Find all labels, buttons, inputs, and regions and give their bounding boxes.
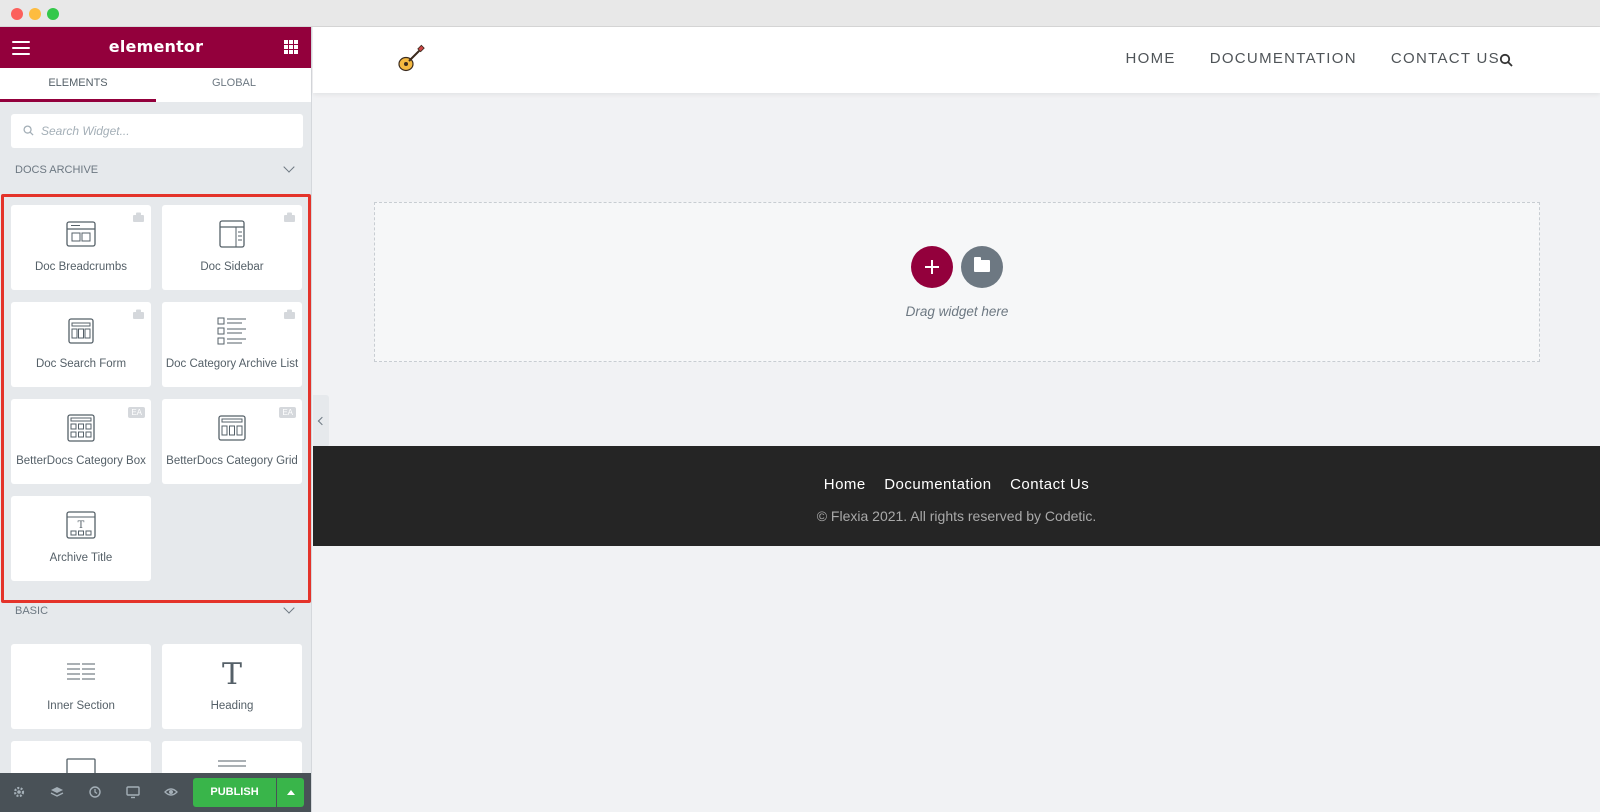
widget-label: Doc Category Archive List <box>165 358 299 370</box>
widget-doc-breadcrumbs[interactable]: Doc Breadcrumbs <box>11 205 151 290</box>
search-icon <box>23 125 34 136</box>
breadcrumbs-icon <box>66 221 96 247</box>
elementor-panel: elementor ELEMENTS GLOBAL DOCS ARCHIVE D… <box>0 27 312 812</box>
search-icon[interactable] <box>1499 53 1513 67</box>
chevron-down-icon[interactable] <box>283 161 295 173</box>
widget-label: Archive Title <box>49 552 113 564</box>
pro-badge-icon <box>284 309 295 319</box>
nav-home[interactable]: HOME <box>1126 50 1176 67</box>
widget-heading[interactable]: T Heading <box>162 644 302 729</box>
archive-title-icon: T <box>66 511 96 539</box>
settings-gear-icon[interactable] <box>12 785 26 799</box>
panel-footer: PUBLISH <box>0 773 311 812</box>
widget-label: Doc Search Form <box>35 358 127 370</box>
nav-contact-us[interactable]: CONTACT US <box>1391 50 1500 67</box>
category-list-icon <box>217 317 246 345</box>
history-icon[interactable] <box>88 785 102 799</box>
copyright-text: © Flexia 2021. All rights reserved by Co… <box>816 508 1097 524</box>
search-input[interactable] <box>41 114 291 148</box>
category-docs-archive-title[interactable]: DOCS ARCHIVE <box>15 164 98 176</box>
site-header: HOME DOCUMENTATION CONTACT US <box>313 27 1600 93</box>
inner-section-icon <box>67 663 95 680</box>
pro-badge-icon <box>133 212 144 222</box>
sidebar-icon <box>219 220 245 248</box>
browser-window: elementor ELEMENTS GLOBAL DOCS ARCHIVE D… <box>0 0 1600 812</box>
tab-global[interactable]: GLOBAL <box>156 68 311 102</box>
preview-eye-icon[interactable] <box>164 785 178 799</box>
widget-doc-category-archive-list[interactable]: Doc Category Archive List <box>162 302 302 387</box>
widget-betterdocs-category-box[interactable]: EA BetterDocs Category Box <box>11 399 151 484</box>
pro-badge-icon <box>133 309 144 319</box>
widget-search[interactable] <box>11 114 303 148</box>
close-window-button[interactable] <box>11 8 23 20</box>
main-nav: HOME DOCUMENTATION CONTACT US <box>1126 50 1501 67</box>
footer-link-documentation[interactable]: Documentation <box>884 476 991 493</box>
publish-button[interactable]: PUBLISH <box>193 778 276 807</box>
responsive-desktop-icon[interactable] <box>126 785 140 799</box>
brand-logo: elementor <box>108 37 204 56</box>
minimize-window-button[interactable] <box>29 8 41 20</box>
navigator-layers-icon[interactable] <box>50 785 64 799</box>
widget-inner-section[interactable]: Inner Section <box>11 644 151 729</box>
add-template-button[interactable] <box>961 246 1003 288</box>
panel-header: elementor <box>0 27 311 68</box>
widget-label: BetterDocs Category Grid <box>166 455 298 467</box>
empty-section-dropzone[interactable]: Drag widget here <box>374 202 1540 362</box>
widget-betterdocs-category-grid[interactable]: EA BetterDocs Category Grid <box>162 399 302 484</box>
widget-label: Doc Breadcrumbs <box>34 261 128 273</box>
widget-doc-search-form[interactable]: Doc Search Form <box>11 302 151 387</box>
footer-link-home[interactable]: Home <box>824 476 866 493</box>
guitar-logo-icon[interactable] <box>395 44 425 74</box>
search-form-icon <box>68 318 94 344</box>
ea-badge: EA <box>279 407 296 418</box>
category-box-icon <box>67 414 95 442</box>
site-footer: Home Documentation Contact Us © Flexia 2… <box>313 446 1600 546</box>
tab-elements[interactable]: ELEMENTS <box>0 68 156 102</box>
folder-icon <box>974 257 990 272</box>
category-grid-icon <box>218 415 246 441</box>
widgets-grid-icon[interactable] <box>284 40 298 54</box>
widget-label: Doc Sidebar <box>200 261 264 273</box>
widget-label: BetterDocs Category Box <box>16 455 146 467</box>
add-section-button[interactable] <box>911 246 953 288</box>
svg-text:T: T <box>222 659 242 687</box>
widget-doc-sidebar[interactable]: Doc Sidebar <box>162 205 302 290</box>
publish-options-button[interactable] <box>277 778 304 807</box>
footer-nav: Home Documentation Contact Us <box>313 476 1600 494</box>
widget-label: Inner Section <box>47 700 115 712</box>
widget-archive-title[interactable]: T Archive Title <box>11 496 151 581</box>
widget-label: Heading <box>210 700 254 712</box>
nav-documentation[interactable]: DOCUMENTATION <box>1210 50 1357 67</box>
chevron-down-icon[interactable] <box>283 602 295 614</box>
category-basic-title[interactable]: BASIC <box>15 605 48 617</box>
drag-widget-hint: Drag widget here <box>905 304 1009 319</box>
heading-icon: T <box>222 659 242 687</box>
ea-badge: EA <box>128 407 145 418</box>
collapse-panel-handle[interactable] <box>313 395 329 447</box>
pro-badge-icon <box>284 212 295 222</box>
panel-tabs: ELEMENTS GLOBAL <box>0 68 311 102</box>
maximize-window-button[interactable] <box>47 8 59 20</box>
svg-text:T: T <box>78 520 85 531</box>
window-titlebar <box>0 0 1600 27</box>
footer-link-contact-us[interactable]: Contact Us <box>1010 476 1089 493</box>
